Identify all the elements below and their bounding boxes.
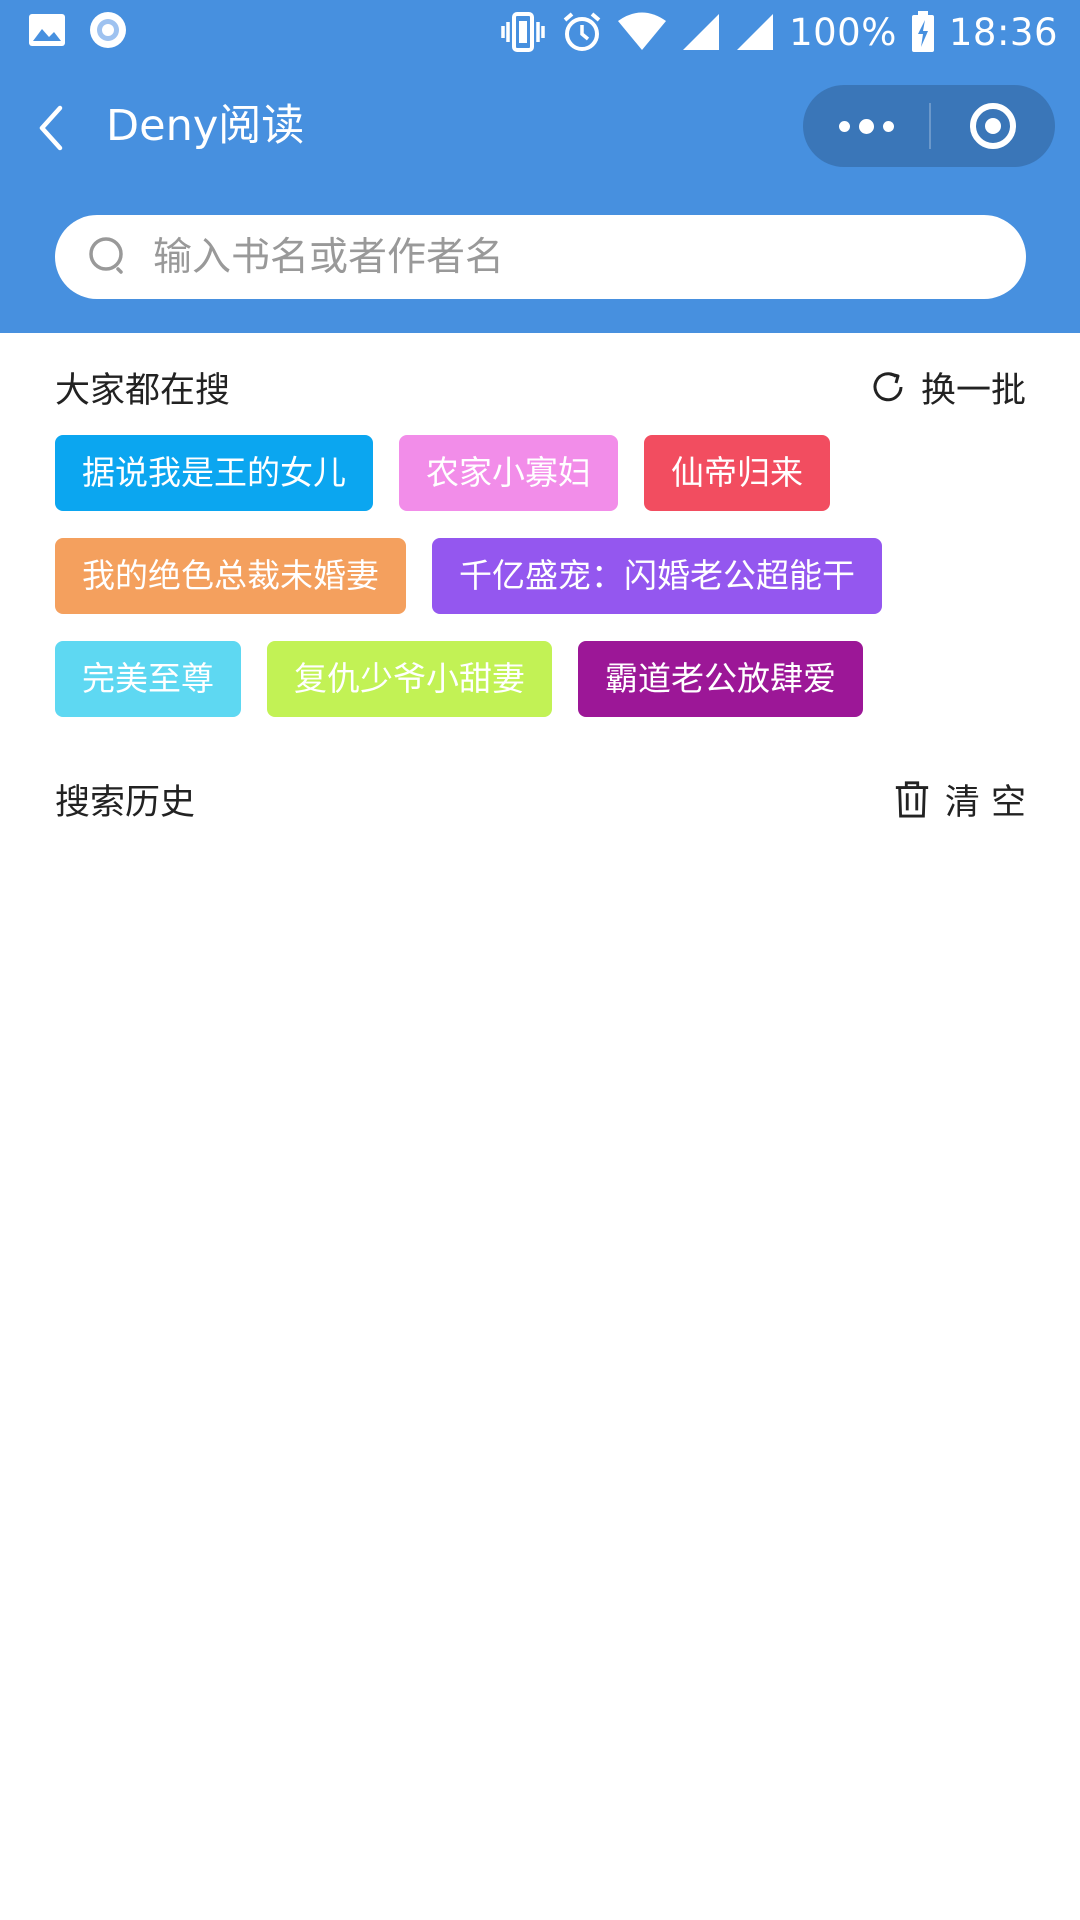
- clear-history-button[interactable]: 清 空: [893, 774, 1026, 825]
- back-button[interactable]: [30, 98, 74, 158]
- refresh-icon: [873, 372, 903, 402]
- search-history-header: 搜索历史 清 空: [55, 769, 1026, 829]
- hot-search-tag[interactable]: 霸道老公放肆爱: [578, 641, 863, 717]
- refresh-button[interactable]: 换一批: [869, 362, 1026, 413]
- hot-search-tag[interactable]: 我的绝色总裁未婚妻: [55, 538, 406, 614]
- notification-app-icon: [90, 12, 126, 48]
- status-bar: 100% 18:36: [0, 0, 1080, 64]
- hot-search-tag[interactable]: 复仇少爷小甜妻: [267, 641, 552, 717]
- wifi-icon: [618, 12, 667, 50]
- chevron-left-icon: [39, 105, 63, 151]
- hot-search-tag[interactable]: 农家小寡妇: [399, 435, 618, 511]
- hot-search-title: 大家都在搜: [55, 370, 231, 411]
- hot-search-tags: 据说我是王的女儿 农家小寡妇 仙帝归来 我的绝色总裁未婚妻 千亿盛宠：闪婚老公超…: [55, 435, 1035, 744]
- hot-search-header: 大家都在搜 换一批: [55, 357, 1026, 417]
- search-input[interactable]: [153, 234, 973, 280]
- clock: 18:36: [948, 10, 1058, 54]
- clear-label: 清 空: [944, 782, 1026, 823]
- battery-percent: 100%: [789, 10, 897, 54]
- tag-row: 完美至尊 复仇少爷小甜妻 霸道老公放肆爱: [55, 641, 1035, 717]
- tag-row: 据说我是王的女儿 农家小寡妇 仙帝归来: [55, 435, 1035, 511]
- more-button[interactable]: [803, 85, 929, 167]
- gallery-icon: [29, 14, 65, 46]
- battery-charging-icon: [911, 11, 934, 52]
- vibrate-icon: [501, 12, 545, 52]
- hot-search-tag[interactable]: 完美至尊: [55, 641, 241, 717]
- search-bar[interactable]: [55, 215, 1026, 299]
- hot-search-tag[interactable]: 据说我是王的女儿: [55, 435, 373, 511]
- signal-icon-2: [737, 14, 774, 50]
- tag-row: 我的绝色总裁未婚妻 千亿盛宠：闪婚老公超能干: [55, 538, 1035, 614]
- hot-search-tag[interactable]: 千亿盛宠：闪婚老公超能干: [432, 538, 882, 614]
- signal-icon: [683, 14, 720, 50]
- alarm-icon: [563, 12, 601, 51]
- target-icon: [970, 103, 1016, 149]
- more-dots-icon: [838, 120, 850, 132]
- status-icons: 100% 18:36: [499, 8, 1058, 56]
- page-title: Deny阅读: [106, 101, 305, 151]
- refresh-label: 换一批: [920, 370, 1026, 411]
- search-icon: [89, 237, 123, 274]
- close-mini-program-button[interactable]: [931, 85, 1055, 167]
- hot-search-tag[interactable]: 仙帝归来: [644, 435, 830, 511]
- header: 100% 18:36 Deny阅读: [0, 0, 1080, 333]
- search-history-title: 搜索历史: [55, 782, 196, 823]
- trash-icon: [895, 781, 929, 818]
- mini-program-capsule: [803, 85, 1055, 167]
